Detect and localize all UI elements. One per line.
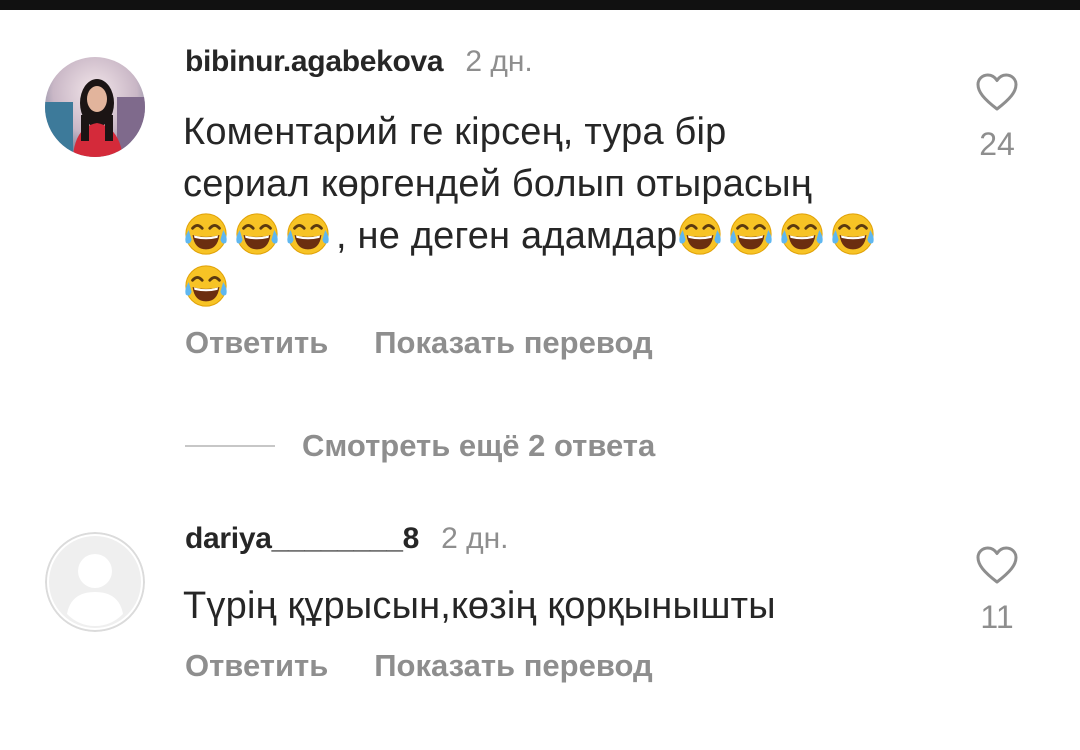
replies-divider	[185, 445, 275, 447]
timestamp: 2 дн.	[465, 45, 533, 78]
view-more-replies-button[interactable]: Смотреть ещё 2 ответа	[302, 428, 655, 464]
tears-of-joy-emoji	[677, 211, 723, 257]
tears-of-joy-emoji	[234, 211, 280, 257]
timestamp: 2 дн.	[441, 522, 509, 555]
view-replies: Смотреть ещё 2 ответа	[185, 428, 655, 464]
comment-text: Түрің құрысын,көзің қорқынышты	[183, 585, 776, 627]
reply-button[interactable]: Ответить	[185, 325, 328, 361]
tears-of-joy-emoji	[830, 211, 876, 257]
avatar[interactable]	[45, 532, 145, 632]
tears-of-joy-emoji	[728, 211, 774, 257]
like-count: 24	[979, 126, 1015, 162]
comment-actions: Ответить Показать перевод	[185, 648, 653, 684]
show-translation-button[interactable]: Показать перевод	[374, 648, 652, 684]
comment-text-line: , не деген адамдар	[336, 215, 678, 257]
reply-button[interactable]: Ответить	[185, 648, 328, 684]
comment-header: dariya________8 2 дн.	[185, 522, 509, 556]
comment-text-line: сериал көргендей болып отырасың	[183, 163, 812, 205]
heart-icon[interactable]	[975, 545, 1019, 585]
avatar[interactable]	[45, 57, 145, 157]
comment-item: bibinur.agabekova 2 дн. Коментарий ге кі…	[0, 0, 1080, 420]
username[interactable]: bibinur.agabekova	[185, 45, 444, 79]
tears-of-joy-emoji	[183, 211, 229, 257]
like-control: 24	[968, 72, 1026, 163]
tears-of-joy-emoji	[779, 211, 825, 257]
heart-icon[interactable]	[975, 72, 1019, 112]
comment-actions: Ответить Показать перевод	[185, 325, 653, 361]
avatar-photo	[45, 57, 145, 157]
default-avatar-icon	[45, 532, 145, 632]
comment-text-line: Коментарий ге кірсең, тура бір	[183, 111, 727, 153]
tears-of-joy-emoji	[183, 263, 229, 309]
comment-item: dariya________8 2 дн. Түрің құрысын,көзі…	[0, 500, 1080, 750]
username[interactable]: dariya________8	[185, 522, 419, 556]
comment-header: bibinur.agabekova 2 дн.	[185, 45, 533, 79]
like-count: 11	[980, 599, 1014, 635]
like-control: 11	[968, 545, 1026, 636]
tears-of-joy-emoji	[285, 211, 331, 257]
comment-text: Коментарий ге кірсең, тура бір сериал кө…	[183, 106, 923, 314]
show-translation-button[interactable]: Показать перевод	[374, 325, 652, 361]
comments-screen: bibinur.agabekova 2 дн. Коментарий ге кі…	[0, 0, 1080, 750]
